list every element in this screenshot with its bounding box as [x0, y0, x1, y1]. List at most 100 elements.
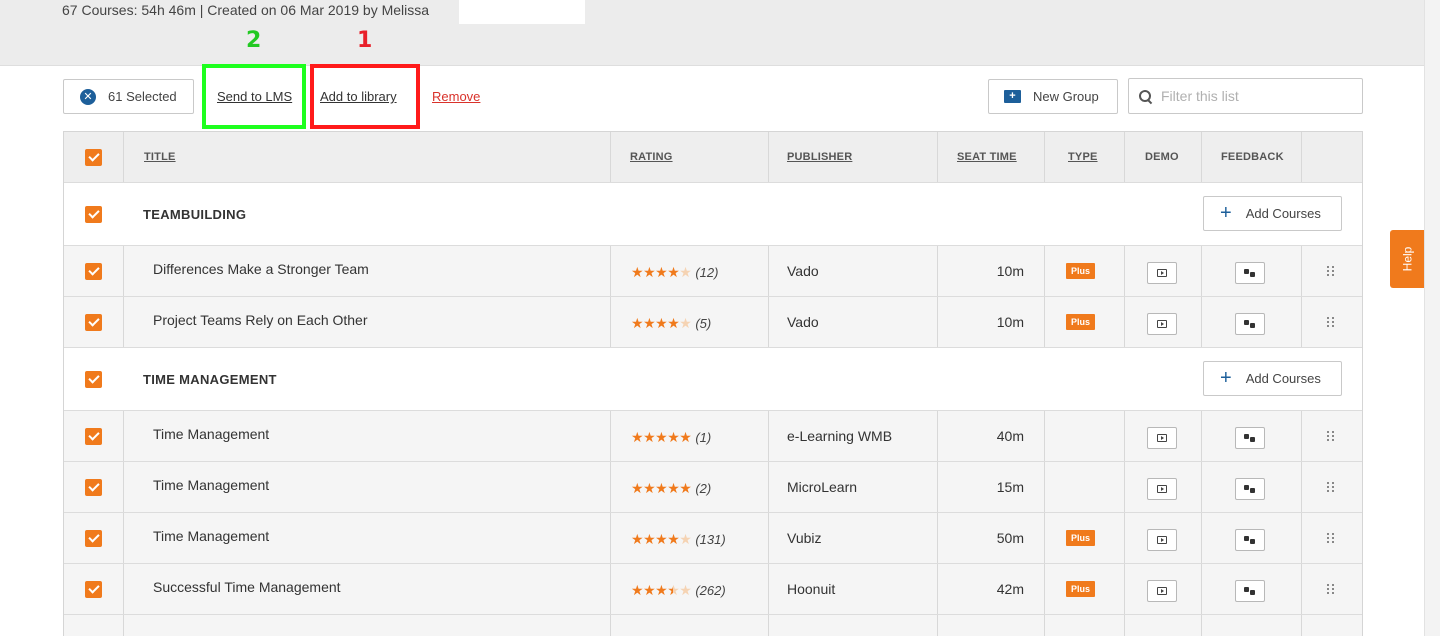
column-type[interactable]: TYPE: [1068, 151, 1098, 163]
type-badge: Plus: [1066, 581, 1096, 597]
select-all-checkbox[interactable]: [85, 148, 102, 166]
table-header-row: TITLE RATING PUBLISHER SEAT TIME TYPE DE…: [64, 132, 1362, 183]
group-checkbox[interactable]: [85, 370, 102, 388]
course-title[interactable]: Project Teams Rely on Each Other: [153, 312, 368, 328]
rating-star-icon: ★: [643, 429, 656, 445]
add-courses-label: Add Courses: [1245, 371, 1321, 386]
drag-handle-icon[interactable]: [1327, 584, 1335, 594]
filter-field[interactable]: [1128, 78, 1363, 114]
course-title[interactable]: Time Management: [153, 528, 269, 544]
rating-star-icon: ★: [643, 264, 656, 280]
course-table: TITLE RATING PUBLISHER SEAT TIME TYPE DE…: [63, 131, 1363, 636]
row-checkbox[interactable]: [85, 478, 102, 496]
collection-header: 67 Courses: 54h 46m | Created on 06 Mar …: [0, 0, 1424, 66]
column-publisher[interactable]: PUBLISHER: [787, 151, 852, 163]
row-checkbox[interactable]: [85, 427, 102, 445]
course-title[interactable]: Time Management: [153, 477, 269, 493]
feedback-icon: [1244, 485, 1256, 493]
demo-button[interactable]: [1147, 313, 1177, 335]
rating-star-icon: ★: [631, 429, 644, 445]
help-label: Help: [1400, 246, 1414, 272]
course-title[interactable]: Differences Make a Stronger Team: [153, 261, 369, 277]
table-row[interactable]: Successful Time Management ★ ★ ★ ★ ★ (262) Hoon…: [64, 564, 1362, 615]
highlight-box-add-to-library: [310, 64, 420, 129]
rating-star-icon: ★: [667, 264, 680, 280]
feedback-button[interactable]: [1235, 262, 1265, 284]
demo-button[interactable]: [1147, 478, 1177, 500]
group-name: TIME MANAGEMENT: [143, 371, 277, 387]
rating-star-icon: ★: [631, 315, 644, 331]
column-rating[interactable]: RATING: [630, 151, 673, 163]
group-row: TEAMBUILDING + Add Courses: [64, 183, 1362, 246]
feedback-icon: [1244, 587, 1256, 595]
rating-star-icon: ★: [655, 582, 668, 598]
demo-button[interactable]: [1147, 580, 1177, 602]
drag-handle-icon[interactable]: [1327, 533, 1335, 543]
selected-count-button[interactable]: ✕ 61 Selected: [63, 79, 194, 114]
demo-button[interactable]: [1147, 529, 1177, 551]
help-tab[interactable]: Help: [1390, 230, 1424, 288]
table-row[interactable]: Project Teams Rely on Each Other ★ ★ ★ ★ ★ (5)…: [64, 297, 1362, 348]
feedback-button[interactable]: [1235, 529, 1265, 551]
collection-meta: 67 Courses: 54h 46m | Created on 06 Mar …: [62, 2, 430, 18]
table-row[interactable]: Differences Make a Stronger Team ★ ★ ★ ★ ★ (12…: [64, 246, 1362, 297]
annotation-label-1: 1: [357, 28, 373, 53]
rating-count: (12): [695, 264, 719, 280]
feedback-icon: [1244, 536, 1256, 544]
feedback-button[interactable]: [1235, 580, 1265, 602]
play-icon: [1157, 536, 1167, 544]
table-row[interactable]: Time Management ★ ★ ★ ★ ★ (2) MicroLearn 15m: [64, 462, 1362, 513]
rating-star-icon: ★: [679, 582, 692, 598]
table-row[interactable]: Time Management ★ ★ ★ ★ ★ (131) Vubiz 50m Plus: [64, 513, 1362, 564]
highlight-box-send-to-lms: [202, 64, 306, 129]
course-rating: ★ ★ ★ ★ ★ (5): [631, 316, 711, 331]
column-seat-time[interactable]: SEAT TIME: [957, 151, 1017, 163]
folder-plus-icon: +: [1004, 90, 1021, 103]
rating-count: (262): [695, 582, 726, 598]
row-checkbox[interactable]: [85, 313, 102, 331]
row-checkbox[interactable]: [85, 262, 102, 280]
new-group-button[interactable]: + New Group: [988, 79, 1118, 114]
feedback-button[interactable]: [1235, 427, 1265, 449]
rating-count: (1): [695, 429, 712, 445]
filter-input[interactable]: [1161, 88, 1351, 104]
add-courses-label: Add Courses: [1245, 206, 1321, 221]
drag-handle-icon[interactable]: [1327, 482, 1335, 492]
rating-star-icon: ★: [679, 429, 692, 445]
rating-count: (5): [695, 315, 712, 331]
drag-handle-icon[interactable]: [1327, 266, 1335, 276]
course-seat-time: 15m: [996, 479, 1024, 495]
course-seat-time: 40m: [996, 428, 1024, 444]
add-courses-button[interactable]: + Add Courses: [1203, 196, 1342, 231]
page-scrollbar[interactable]: [1424, 0, 1440, 636]
rating-star-icon: ★: [667, 582, 680, 598]
column-title[interactable]: TITLE: [144, 151, 176, 163]
redacted-name: [459, 0, 585, 24]
row-checkbox[interactable]: [85, 580, 102, 598]
add-courses-button[interactable]: + Add Courses: [1203, 361, 1342, 396]
rating-star-icon: ★: [631, 480, 644, 496]
type-badge: Plus: [1066, 314, 1096, 330]
type-badge: Plus: [1066, 263, 1096, 279]
feedback-button[interactable]: [1235, 478, 1265, 500]
course-title[interactable]: Time Management: [153, 426, 269, 442]
course-rating: ★ ★ ★ ★ ★ (12): [631, 265, 718, 280]
drag-handle-icon[interactable]: [1327, 431, 1335, 441]
table-row[interactable]: Time Management ★ ★ ★ ★ ★ (1) e-Learning WMB 40m: [64, 411, 1362, 462]
rating-star-icon: ★: [655, 531, 668, 547]
course-title[interactable]: Successful Time Management: [153, 579, 341, 595]
clear-selection-icon[interactable]: ✕: [80, 88, 96, 105]
row-checkbox[interactable]: [85, 529, 102, 547]
rating-star-icon: ★: [631, 531, 644, 547]
group-checkbox[interactable]: [85, 205, 102, 223]
remove-link[interactable]: Remove: [432, 89, 480, 104]
demo-button[interactable]: [1147, 262, 1177, 284]
rating-star-icon: ★: [655, 480, 668, 496]
play-icon: [1157, 485, 1167, 493]
new-group-label: New Group: [1033, 89, 1099, 104]
rating-star-icon: ★: [667, 480, 680, 496]
drag-handle-icon[interactable]: [1327, 317, 1335, 327]
annotation-label-2: 2: [246, 28, 262, 53]
demo-button[interactable]: [1147, 427, 1177, 449]
feedback-button[interactable]: [1235, 313, 1265, 335]
